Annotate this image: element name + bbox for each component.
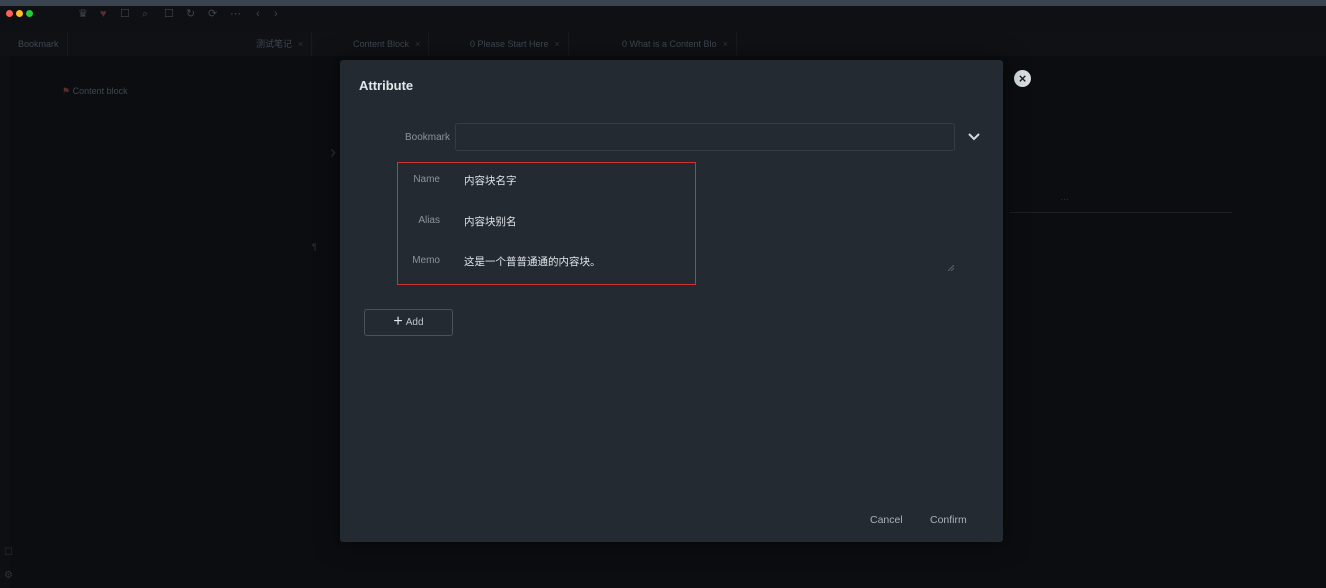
tab-label: 0 Please Start Here <box>470 39 549 49</box>
close-icon[interactable]: × <box>415 39 420 49</box>
add-label: Add <box>405 317 424 328</box>
dialog-title: Attribute <box>359 78 414 93</box>
memo-label: Memo <box>412 255 440 266</box>
minimize-window-dot[interactable] <box>16 10 23 17</box>
forward-icon[interactable]: › <box>274 9 278 20</box>
plus-icon: + <box>393 313 403 330</box>
pilcrow-icon: ¶ <box>312 242 317 252</box>
name-label: Name <box>413 174 440 185</box>
close-icon: × <box>1018 71 1027 86</box>
editor-fragment-text: … <box>1060 192 1069 202</box>
close-icon[interactable]: × <box>555 39 560 49</box>
editor-divider <box>1010 212 1232 213</box>
resize-grip-icon[interactable] <box>948 265 954 271</box>
tab-label: Bookmark <box>18 39 59 49</box>
heart-icon[interactable]: ♥ <box>100 9 107 20</box>
block-icon: ⚑ <box>62 86 71 96</box>
square-outline-icon[interactable]: ☐ <box>164 9 174 20</box>
bookmark-input[interactable] <box>455 123 955 151</box>
close-icon[interactable]: × <box>723 39 728 49</box>
title-bar <box>0 6 1326 32</box>
sidebar-header <box>0 58 230 78</box>
cancel-button[interactable]: Cancel <box>870 514 903 526</box>
sidebar-item-content-block[interactable]: ⚑ Content block <box>62 86 128 97</box>
close-dialog-button[interactable]: × <box>1014 70 1031 87</box>
search-icon[interactable]: ⌕ <box>142 9 148 20</box>
confirm-button[interactable]: Confirm <box>930 514 967 526</box>
left-rail <box>0 56 10 588</box>
close-window-dot[interactable] <box>6 10 13 17</box>
tab-label: Content Block <box>353 39 410 49</box>
alias-value[interactable]: 内容块别名 <box>464 214 517 229</box>
doc-heading-fragment: › <box>330 142 336 162</box>
name-value[interactable]: 内容块名字 <box>464 173 517 188</box>
back-icon[interactable]: ‹ <box>256 9 260 20</box>
zoom-window-dot[interactable] <box>26 10 33 17</box>
add-attribute-button[interactable]: + Add <box>364 309 453 336</box>
tab-content-block[interactable]: Content Block × <box>345 32 430 56</box>
tab-label: 测试笔记 <box>256 39 293 49</box>
tab-label: 0 What is a Content Blo <box>622 39 717 49</box>
more-icon[interactable]: ⋯ <box>230 9 241 20</box>
tab-what-is-content-block[interactable]: 0 What is a Content Blo × <box>614 32 737 56</box>
history-icon[interactable]: ↻ <box>186 9 195 20</box>
attribute-dialog: Attribute Bookmark Name 内容块名字 Alias 内容块别… <box>340 60 1003 542</box>
close-icon[interactable]: × <box>298 39 303 49</box>
sync-icon[interactable]: ⟳ <box>208 9 217 20</box>
crown-icon[interactable]: ♛ <box>78 9 88 20</box>
sidebar-item-label: Content block <box>72 86 128 96</box>
bookmark-label: Bookmark <box>404 132 450 143</box>
memo-value[interactable]: 这是一个普普通通的内容块。 <box>464 254 601 269</box>
chevron-down-icon[interactable] <box>964 126 984 146</box>
tab-please-start-here[interactable]: 0 Please Start Here × <box>462 32 569 56</box>
sidebar-toggle-icon[interactable]: ☐ <box>4 547 13 558</box>
settings-icon[interactable]: ⚙ <box>4 570 13 581</box>
tab-bookmark[interactable]: Bookmark <box>10 32 68 56</box>
tab-test-note[interactable]: 测试笔记 × <box>248 32 313 56</box>
alias-label: Alias <box>418 215 440 226</box>
square-icon[interactable]: ☐ <box>120 9 130 20</box>
